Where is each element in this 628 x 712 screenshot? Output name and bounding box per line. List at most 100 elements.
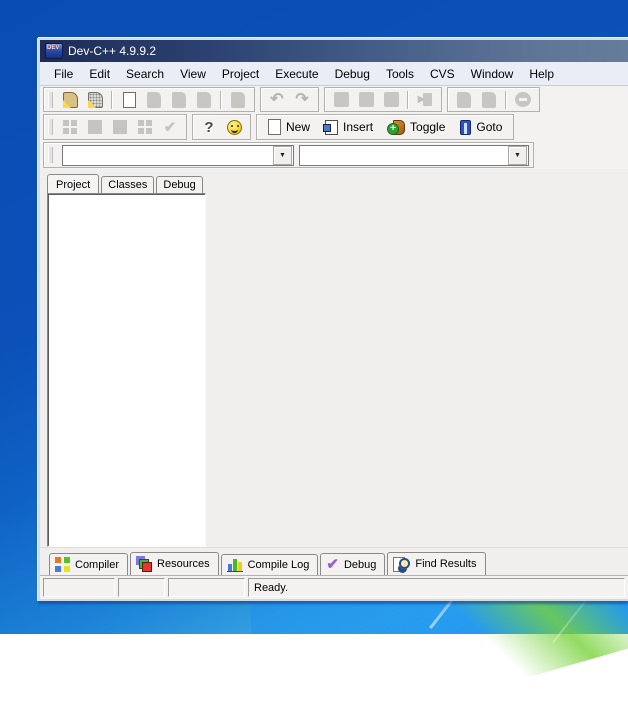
blank-page-icon bbox=[123, 92, 136, 108]
abort-button[interactable] bbox=[511, 90, 535, 110]
tab-debug[interactable]: Debug bbox=[156, 176, 202, 193]
dev-cpp-logo-icon[interactable] bbox=[45, 43, 63, 59]
status-panel-1 bbox=[43, 578, 115, 597]
menu-window[interactable]: Window bbox=[463, 64, 522, 84]
menu-tools[interactable]: Tools bbox=[378, 64, 422, 84]
tab-compile-log[interactable]: Compile Log bbox=[221, 554, 319, 575]
about-button[interactable] bbox=[222, 117, 246, 137]
toggle-bookmark-button[interactable]: Toggle bbox=[381, 116, 452, 138]
filled-square-icon bbox=[113, 120, 127, 134]
menu-execute[interactable]: Execute bbox=[267, 64, 326, 84]
save-all-disabled-icon bbox=[172, 92, 186, 108]
toolbar-grip[interactable] bbox=[48, 147, 53, 163]
menu-edit[interactable]: Edit bbox=[81, 64, 118, 84]
chevron-down-icon: ▼ bbox=[514, 152, 521, 159]
run-button[interactable] bbox=[354, 90, 378, 110]
tab-resources[interactable]: Resources bbox=[130, 552, 219, 575]
compiler-combo[interactable]: ▼ bbox=[62, 145, 294, 166]
combo-toolbar: ▼ ▼ bbox=[40, 141, 628, 169]
folded-grid-document-icon bbox=[88, 92, 103, 108]
menu-file[interactable]: File bbox=[46, 64, 81, 84]
project-tree-panel[interactable] bbox=[47, 193, 206, 547]
new-class-label: New bbox=[286, 120, 310, 134]
tab-project[interactable]: Project bbox=[47, 174, 99, 193]
debug-button[interactable] bbox=[452, 90, 476, 110]
compile-run-button[interactable] bbox=[379, 90, 403, 110]
save-disabled-icon bbox=[147, 92, 161, 108]
rebuild-button[interactable]: ▶ bbox=[413, 90, 437, 110]
tab-classes[interactable]: Classes bbox=[101, 176, 154, 193]
toolbar-grip[interactable] bbox=[48, 119, 53, 135]
specials-button-3[interactable] bbox=[108, 117, 132, 137]
close-button[interactable] bbox=[192, 90, 216, 110]
menu-search[interactable]: Search bbox=[118, 64, 172, 84]
goto-bookmark-button[interactable]: Goto bbox=[453, 116, 509, 138]
desktop-background: Dev-C++ 4.9.9.2 File Edit Search View Pr… bbox=[0, 0, 628, 634]
menu-debug[interactable]: Debug bbox=[327, 64, 378, 84]
specials-button-5[interactable]: ✔ bbox=[158, 117, 182, 137]
toggle-label: Toggle bbox=[410, 120, 445, 134]
print-button[interactable] bbox=[226, 90, 250, 110]
client-area: Project Classes Debug bbox=[40, 169, 628, 547]
combo-dropdown-button[interactable]: ▼ bbox=[508, 146, 527, 165]
blank-page-icon bbox=[268, 119, 281, 135]
profile-button[interactable] bbox=[477, 90, 501, 110]
menu-cvs[interactable]: CVS bbox=[422, 64, 463, 84]
window-title: Dev-C++ 4.9.9.2 bbox=[68, 44, 156, 58]
toolbar-band-classes: New Insert Toggle Goto bbox=[256, 114, 514, 140]
menu-project[interactable]: Project bbox=[214, 64, 267, 84]
compile-disabled-icon bbox=[334, 92, 349, 107]
report-tabs: Compiler Resources Compile Log ✔ Debug F… bbox=[40, 547, 628, 576]
new-source-button[interactable] bbox=[117, 90, 141, 110]
specials-button-2[interactable] bbox=[83, 117, 107, 137]
menu-view[interactable]: View bbox=[172, 64, 214, 84]
specials-button-4[interactable] bbox=[133, 117, 157, 137]
filled-square-icon bbox=[88, 120, 102, 134]
layered-squares-icon bbox=[136, 556, 152, 572]
toolbar-separator bbox=[111, 91, 113, 109]
toolbar-band-compile: ▶ bbox=[324, 87, 442, 112]
gray-check-icon: ✔ bbox=[164, 120, 177, 135]
toolbar-band-help: ? bbox=[192, 114, 251, 140]
toolbar-separator bbox=[505, 91, 507, 109]
toolbar-separator bbox=[407, 91, 409, 109]
grid-squares-icon bbox=[63, 120, 69, 126]
tab-find-results[interactable]: Find Results bbox=[387, 552, 485, 575]
specials-button-1[interactable] bbox=[58, 117, 82, 137]
new-project-button[interactable] bbox=[58, 90, 82, 110]
smiley-face-icon bbox=[227, 120, 242, 135]
tab-debug-bottom[interactable]: ✔ Debug bbox=[320, 553, 385, 575]
status-panel-2 bbox=[118, 578, 165, 597]
print-disabled-icon bbox=[231, 92, 245, 108]
menu-help[interactable]: Help bbox=[521, 64, 562, 84]
compile-button[interactable] bbox=[329, 90, 353, 110]
tab-compile-log-label: Compile Log bbox=[248, 559, 310, 571]
secondary-toolbar: ✔ ? New Insert Toggle bbox=[40, 113, 628, 141]
question-mark-icon: ? bbox=[204, 120, 213, 135]
left-panel: Project Classes Debug bbox=[40, 169, 208, 547]
book-plus-icon bbox=[393, 120, 405, 135]
new-class-button[interactable]: New bbox=[261, 116, 317, 138]
mini-page-icon bbox=[423, 93, 432, 106]
tab-find-results-label: Find Results bbox=[415, 558, 476, 570]
members-combo[interactable]: ▼ bbox=[299, 145, 529, 166]
save-button[interactable] bbox=[142, 90, 166, 110]
insert-button[interactable]: Insert bbox=[318, 116, 380, 138]
debug-disabled-icon bbox=[457, 92, 471, 108]
titlebar[interactable]: Dev-C++ 4.9.9.2 bbox=[40, 40, 628, 62]
toolbar-band-specials: ✔ bbox=[43, 114, 187, 140]
tab-compiler[interactable]: Compiler bbox=[49, 553, 128, 575]
open-button[interactable] bbox=[83, 90, 107, 110]
toolbar-grip[interactable] bbox=[48, 92, 53, 108]
status-panel-3 bbox=[168, 578, 245, 597]
combo-dropdown-button[interactable]: ▼ bbox=[273, 146, 292, 165]
toolbar-band-edit: ↶ ↷ bbox=[260, 87, 319, 112]
help-button[interactable]: ? bbox=[197, 117, 221, 137]
save-all-button[interactable] bbox=[167, 90, 191, 110]
tab-debug-label: Debug bbox=[344, 559, 376, 571]
redo-button[interactable]: ↷ bbox=[290, 90, 314, 110]
undo-arrow-icon: ↶ bbox=[270, 92, 283, 108]
editor-area[interactable] bbox=[208, 169, 628, 547]
purple-check-icon: ✔ bbox=[326, 557, 339, 572]
undo-button[interactable]: ↶ bbox=[265, 90, 289, 110]
